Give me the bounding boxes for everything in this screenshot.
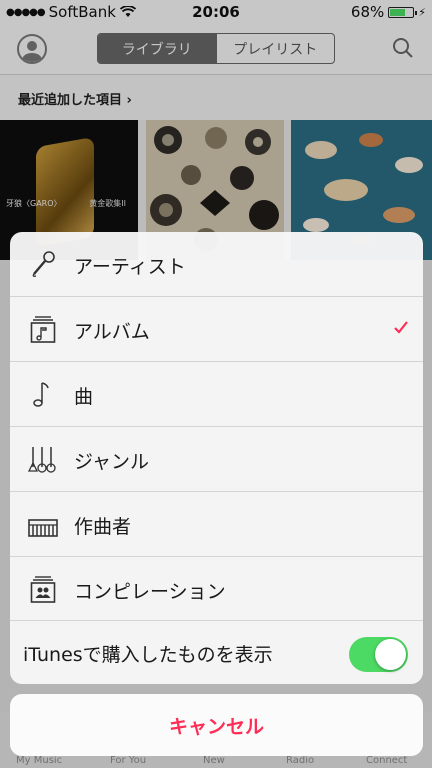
piano-icon <box>28 519 58 537</box>
itunes-purchases-label: iTunesで購入したものを表示 <box>23 644 273 666</box>
menu-item-songs[interactable]: 曲 <box>10 362 423 426</box>
menu-item-artists[interactable]: アーティスト <box>10 232 423 296</box>
menu-item-composers[interactable]: 作曲者 <box>10 492 423 556</box>
menu-item-label: 曲 <box>74 386 94 408</box>
menu-item-albums[interactable]: アルバム <box>10 297 423 361</box>
menu-item-compilations[interactable]: コンピレーション <box>10 557 423 621</box>
music-note-icon <box>33 382 49 407</box>
menu-item-genres[interactable]: ジャンル <box>10 427 423 491</box>
toggle-knob <box>375 639 406 670</box>
compilation-icon <box>30 576 56 603</box>
itunes-purchases-row: iTunesで購入したものを表示 <box>10 620 423 684</box>
album-icon <box>30 316 56 343</box>
checkmark-icon <box>394 321 408 334</box>
menu-item-label: コンピレーション <box>74 581 226 603</box>
microphone-icon <box>32 251 55 277</box>
menu-item-label: ジャンル <box>74 451 150 473</box>
itunes-purchases-toggle[interactable] <box>349 637 408 672</box>
cancel-button[interactable]: キャンセル <box>10 694 423 756</box>
menu-item-label: アーティスト <box>74 256 186 278</box>
sort-action-sheet: アーティスト アルバム 曲 ジャンル 作曲者 コンピレーション iTunesで購… <box>10 232 423 684</box>
menu-item-label: アルバム <box>74 321 150 343</box>
genre-icon <box>28 447 56 473</box>
menu-item-label: 作曲者 <box>74 516 132 538</box>
